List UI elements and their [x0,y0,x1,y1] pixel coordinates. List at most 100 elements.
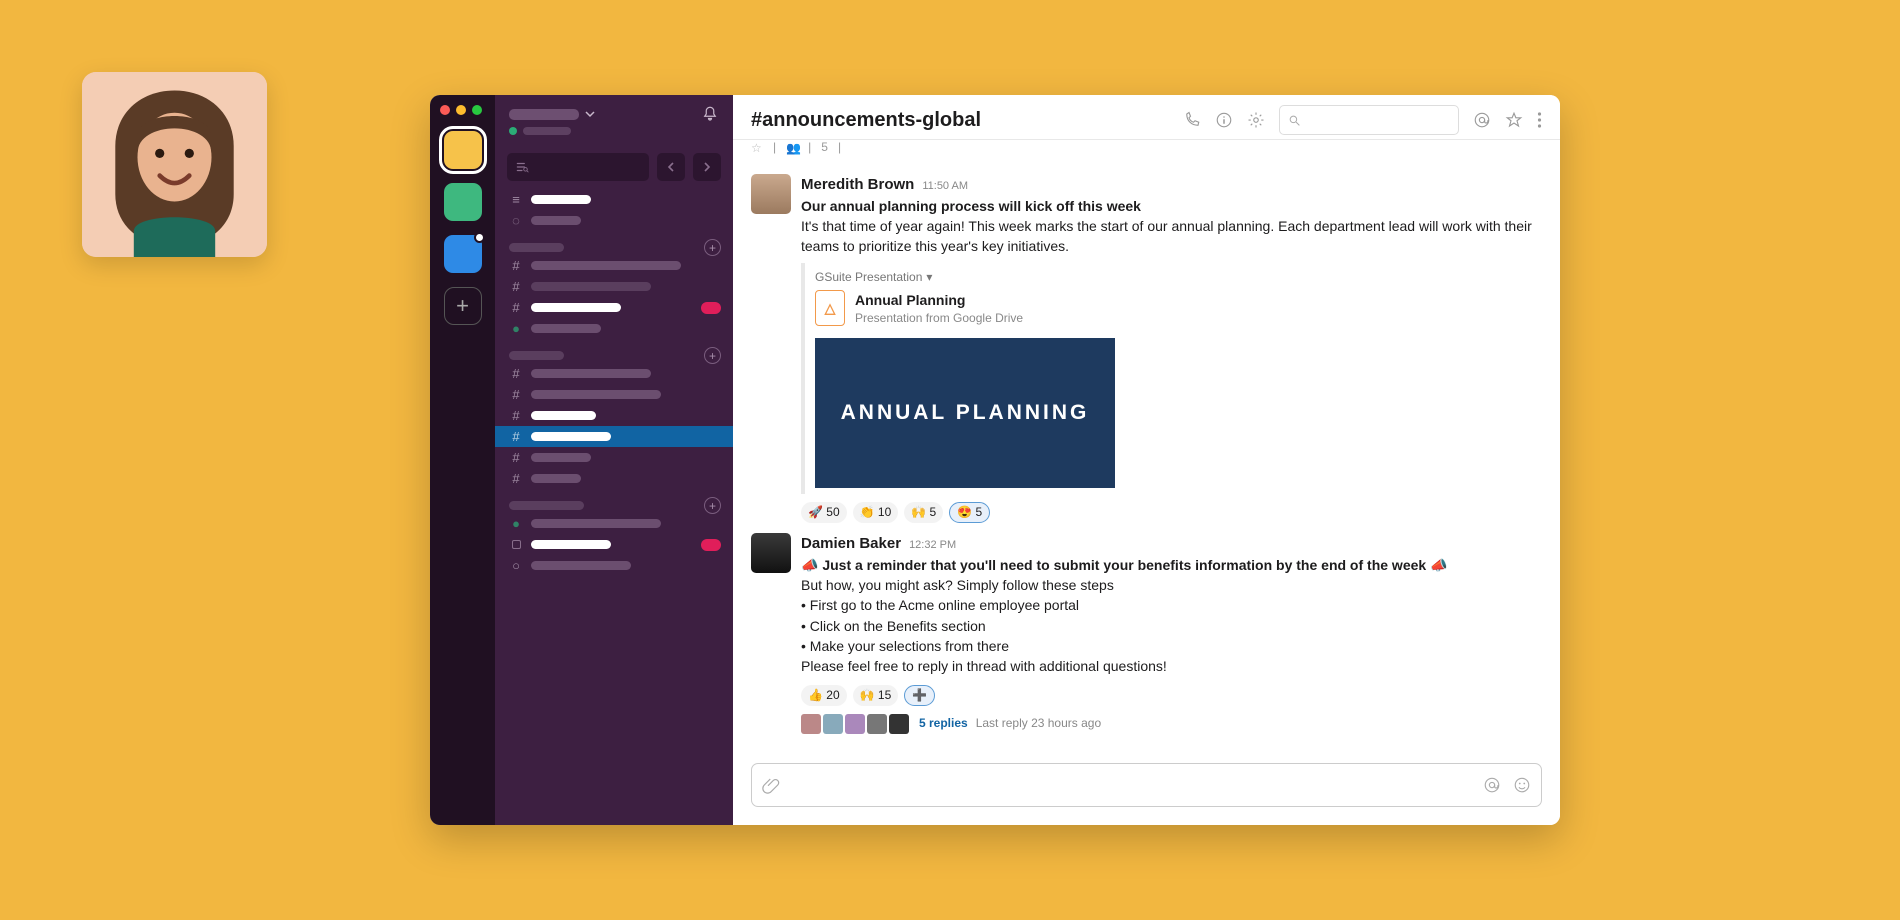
message-closing: Please feel free to reply in thread with… [801,656,1536,676]
sidebar-dm-item[interactable]: ● [495,513,733,534]
close-window-icon[interactable] [440,105,450,115]
jump-to-icon [515,160,529,174]
channel-title[interactable]: #announcements-global [751,109,981,132]
workspace-tile[interactable] [444,183,482,221]
file-attachment[interactable]: GSuite Presentation ▾ △ Annual Planning … [801,263,1141,494]
unread-badge [701,302,721,314]
sidebar-channel-item[interactable]: ● [495,318,733,339]
more-vertical-icon[interactable] [1537,111,1542,129]
sidebar-channel-item[interactable]: # [495,276,733,297]
sidebar-item-all-unreads[interactable]: ≡ [495,189,733,210]
attachment-title[interactable]: Annual Planning [855,290,1023,310]
chevron-left-icon [666,162,676,172]
history-forward-button[interactable] [693,153,721,181]
minimize-window-icon[interactable] [456,105,466,115]
add-dm-button[interactable]: + [704,497,721,514]
message-timestamp[interactable]: 12:32 PM [909,538,956,554]
user-status[interactable] [495,127,733,145]
message-body: It's that time of year again! This week … [801,216,1536,257]
call-icon[interactable] [1183,111,1201,129]
sidebar-dm-item[interactable] [495,534,733,555]
thread-summary[interactable]: 5 replies Last reply 23 hours ago [801,714,1536,734]
add-channel-button[interactable]: + [704,239,721,256]
sidebar-section-dms[interactable]: + [495,489,733,513]
member-count[interactable]: 5 [821,140,828,154]
slide-preview[interactable]: ANNUAL PLANNING [815,338,1115,488]
message-title: Our annual planning process will kick of… [801,196,1536,216]
chevron-down-icon [585,109,595,119]
message-author[interactable]: Damien Baker [801,533,901,555]
add-channel-button[interactable]: + [704,347,721,364]
attachment-source: GSuite Presentation [815,269,922,286]
sidebar-section-channels-2[interactable]: + [495,339,733,363]
sidebar-section-channels[interactable]: + [495,231,733,255]
workspace-tile[interactable] [444,235,482,273]
sidebar-channel-selected[interactable]: # [495,426,733,447]
promo-avatar [82,72,267,257]
workspace-switcher[interactable] [509,109,595,120]
reaction-pill[interactable]: 🚀 50 [801,502,847,523]
caret-down-icon[interactable]: ▾ [926,269,932,286]
add-reaction-button[interactable]: 😍 5 [949,502,990,523]
sidebar-item-threads[interactable]: ◌ [495,210,733,231]
google-drive-icon: △ [815,290,845,326]
notifications-bell-icon[interactable] [701,105,719,123]
reaction-bar: 🚀 50 👏 10🙌 5 😍 5 [801,502,1536,523]
reaction-bar: 👍 20 🙌 15➕ [801,685,1536,706]
thread-last-reply: Last reply 23 hours ago [976,715,1101,732]
reaction-pill[interactable]: 🙌 15 [853,685,899,706]
jump-to-input[interactable] [507,153,649,181]
sidebar-dm-item[interactable]: ○ [495,555,733,576]
avatar[interactable] [751,174,791,214]
star-icon[interactable] [1505,111,1523,129]
sidebar-channel-item[interactable]: # [495,447,733,468]
message-timestamp[interactable]: 11:50 AM [922,179,968,195]
message: Damien Baker 12:32 PM 📣 Just a reminder … [751,533,1536,734]
presence-indicator-icon [509,127,517,135]
add-workspace-button[interactable]: + [444,287,482,325]
sidebar-channel-item[interactable]: # [495,405,733,426]
channel-subheader: ☆| 👥| 5| [733,140,1560,162]
workspace-tile[interactable] [444,131,482,169]
unread-badge [701,539,721,551]
emoji-smile-icon[interactable] [1513,776,1531,794]
message-author[interactable]: Meredith Brown [801,174,914,196]
message-body: But how, you might ask? Simply follow th… [801,575,1536,595]
mention-at-icon[interactable] [1483,776,1501,794]
workspace-rail: + [430,95,495,825]
main-panel: #announcements-global ☆| 👥| 5| [733,95,1560,825]
history-back-button[interactable] [657,153,685,181]
attachment-subtitle: Presentation from Google Drive [855,310,1023,327]
sidebar-channel-item[interactable]: # [495,363,733,384]
chevron-right-icon [702,162,712,172]
workspace-unread-dot [474,232,485,243]
message-list: Meredith Brown 11:50 AM Our annual plann… [733,162,1560,755]
sidebar-channel-item[interactable]: # [495,384,733,405]
message-bullet: • First go to the Acme online employee p… [801,595,1536,615]
search-input[interactable] [1279,105,1459,135]
slack-app-window: + ≡ ◌ [430,95,1560,825]
maximize-window-icon[interactable] [472,105,482,115]
window-traffic-lights[interactable] [440,105,482,115]
settings-gear-icon[interactable] [1247,111,1265,129]
message-title: 📣 Just a reminder that you'll need to su… [801,555,1536,575]
message-composer[interactable] [751,763,1542,807]
mentions-at-icon[interactable] [1473,111,1491,129]
members-icon[interactable]: 👥 [786,141,798,153]
info-icon[interactable] [1215,111,1233,129]
avatar[interactable] [751,533,791,573]
reaction-pill[interactable]: 🙌 5 [904,502,943,523]
sidebar-channel-item[interactable]: # [495,297,733,318]
sidebar-channel-item[interactable]: # [495,255,733,276]
add-reaction-button[interactable]: ➕ [904,685,935,706]
sidebar-channel-item[interactable]: # [495,468,733,489]
reaction-pill[interactable]: 👍 20 [801,685,847,706]
attach-paperclip-icon[interactable] [762,776,780,794]
message: Meredith Brown 11:50 AM Our annual plann… [751,174,1536,523]
search-icon [1288,114,1301,127]
thread-replies-link[interactable]: 5 replies [919,715,968,732]
reaction-pill[interactable]: 👏 10 [853,502,899,523]
message-bullet: • Click on the Benefits section [801,616,1536,636]
star-outline-icon[interactable]: ☆ [751,141,763,153]
message-bullet: • Make your selections from there [801,636,1536,656]
